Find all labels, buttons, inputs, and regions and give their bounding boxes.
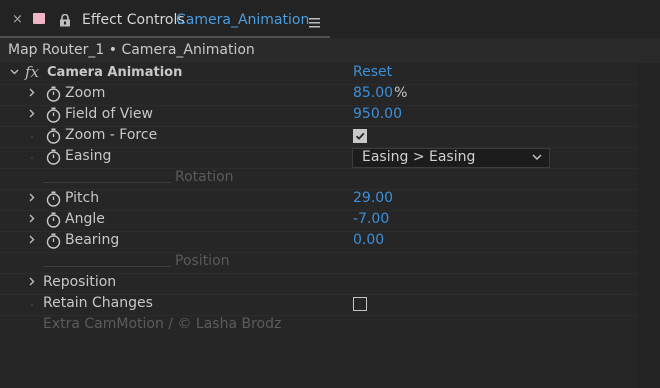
group-label-position: Position [175,253,230,269]
group-row-position: Position [0,252,638,274]
stopwatch-icon[interactable] [46,128,61,144]
chevron-right-icon[interactable] [29,235,35,244]
zoom-value-number[interactable]: 85.00 [353,85,393,101]
property-label: Bearing [65,232,120,248]
row-dot [31,304,33,306]
property-label: Angle [65,211,105,227]
chevron-right-icon[interactable] [29,109,35,118]
property-row-zoom: Zoom 85.00% [0,84,638,106]
stopwatch-icon[interactable] [46,86,61,102]
chevron-right-icon[interactable] [29,214,35,223]
reset-link[interactable]: Reset [353,64,392,80]
property-label: Easing [65,148,112,164]
zoom-unit: % [394,85,408,101]
fx-toggle-icon[interactable]: fx [25,63,39,81]
property-label: Zoom - Force [65,127,158,143]
chevron-right-icon[interactable] [29,277,35,286]
credit-row: Extra CamMotion / © Lasha Brodz [0,315,638,336]
property-row-field-of-view: Field of View 950.00 [0,105,638,127]
property-row-reposition: Reposition [0,273,638,295]
effect-row[interactable]: fx Camera Animation Reset [0,63,638,85]
property-label: Zoom [65,85,106,101]
chevron-right-icon[interactable] [29,193,35,202]
effect-controls-content: fx Camera Animation Reset Zoom 85.00% Fi… [0,63,660,388]
stopwatch-icon[interactable] [46,107,61,123]
stopwatch-icon[interactable] [46,149,61,165]
group-label-rotation: Rotation [175,169,234,185]
zoom-value[interactable]: 85.00% [353,85,407,101]
breadcrumb-text: Map Router_1 • Camera_Animation [8,42,255,58]
easing-dropdown[interactable]: Easing > Easing [352,148,550,168]
property-row-retain-changes: Retain Changes [0,294,638,316]
vertical-scrollbar[interactable] [638,63,660,388]
property-label: Field of View [65,106,153,122]
bearing-value[interactable]: 0.00 [353,232,384,248]
property-label: Reposition [43,274,117,290]
checkmark-icon [355,132,365,140]
pitch-value[interactable]: 29.00 [353,190,393,206]
zoom-force-checkbox[interactable] [353,129,367,143]
group-separator: Rotation [43,168,248,189]
property-label: Retain Changes [43,295,153,311]
property-row-angle: Angle -7.00 [0,210,638,232]
panel-title: Effect Controls [82,12,185,28]
chevron-down-icon[interactable] [10,69,19,75]
panel-layer-name: Camera_Animation [176,12,310,28]
stopwatch-icon[interactable] [46,191,61,207]
retain-changes-checkbox[interactable] [353,297,367,311]
property-row-pitch: Pitch 29.00 [0,189,638,211]
chevron-right-icon[interactable] [29,88,35,97]
lock-icon[interactable] [59,12,71,31]
angle-value[interactable]: -7.00 [353,211,389,227]
label-color-swatch[interactable] [33,13,45,24]
field-of-view-value[interactable]: 950.00 [353,106,402,122]
row-dot [31,157,33,159]
panel-menu-icon[interactable] [309,13,320,32]
property-row-easing: Easing Easing > Easing [0,147,638,169]
chevron-down-icon [532,154,542,160]
property-row-zoom-force: Zoom - Force [0,126,638,148]
breadcrumb: Map Router_1 • Camera_Animation [0,38,660,63]
group-divider [43,182,171,183]
panel-header: × Effect Controls Camera_Animation [0,0,660,38]
stopwatch-icon[interactable] [46,212,61,228]
stopwatch-icon[interactable] [46,233,61,249]
property-row-bearing: Bearing 0.00 [0,231,638,253]
row-dot [31,136,33,138]
group-separator: Position [43,252,248,273]
easing-selected-value: Easing > Easing [362,149,476,165]
group-divider [43,266,171,267]
property-label: Pitch [65,190,100,206]
credit-text: Extra CamMotion / © Lasha Brodz [43,316,282,332]
effect-name: Camera Animation [47,65,183,80]
group-row-rotation: Rotation [0,168,638,190]
close-panel-button[interactable]: × [12,12,23,27]
